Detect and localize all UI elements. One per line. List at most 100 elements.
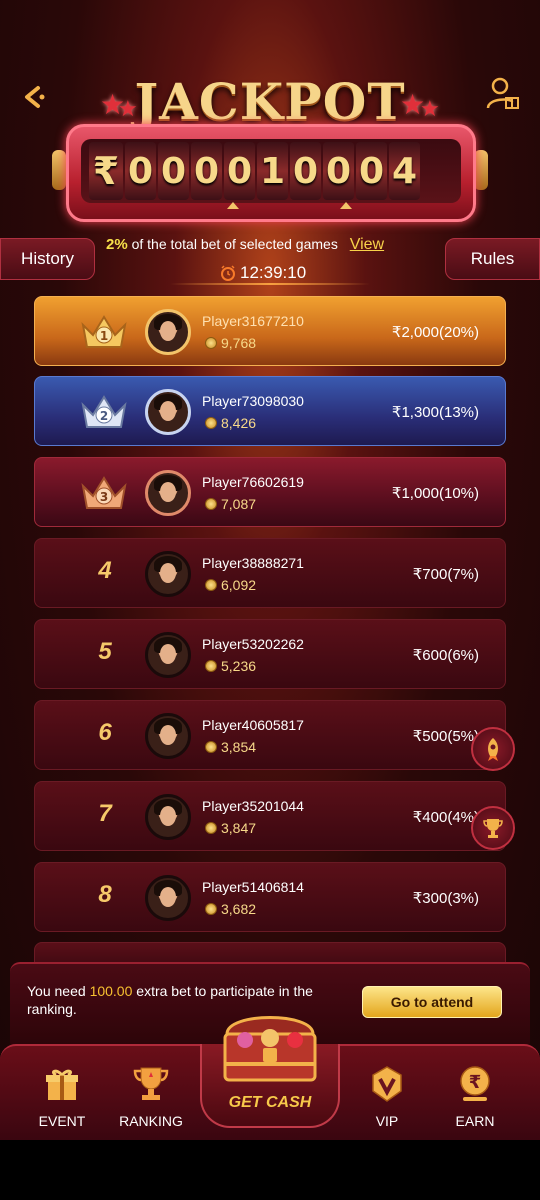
player-name: Player35201044 bbox=[202, 798, 304, 814]
avatar bbox=[145, 713, 191, 759]
nav-event-label: EVENT bbox=[38, 1113, 86, 1129]
go-to-attend-button[interactable]: Go to attend bbox=[362, 986, 502, 1018]
prize-amount: ₹1,000(10%) bbox=[391, 485, 479, 502]
countdown-timer: 12:39:10 bbox=[220, 262, 320, 284]
gold-crown-icon: 1 bbox=[81, 315, 127, 348]
pointer-icon bbox=[227, 202, 239, 209]
counter-digit: ₹ bbox=[89, 142, 123, 200]
vip-badge-icon bbox=[372, 1066, 402, 1102]
participate-amount: 100.00 bbox=[89, 983, 133, 999]
rank-number: 8 bbox=[98, 881, 112, 908]
participate-text-before: You need bbox=[27, 983, 90, 999]
player-coins: 9,768 bbox=[205, 335, 256, 351]
prize-amount: ₹500(5%) bbox=[412, 728, 479, 745]
coin-icon bbox=[205, 498, 217, 510]
crown-rank-label: 3 bbox=[100, 490, 108, 504]
jackpot-percent: 2% bbox=[106, 236, 128, 253]
view-link[interactable]: View bbox=[350, 236, 384, 253]
rank-number: 5 bbox=[98, 638, 112, 665]
coin-icon bbox=[205, 741, 217, 753]
timer-underline bbox=[170, 283, 370, 285]
avatar bbox=[145, 875, 191, 921]
counter-digit: 0 bbox=[356, 142, 387, 200]
ranking-row[interactable]: 7 Player35201044 3,847 ₹400(4%) bbox=[34, 781, 506, 851]
avatar bbox=[145, 551, 191, 597]
player-name: Player31677210 bbox=[202, 313, 304, 329]
avatar bbox=[145, 309, 191, 355]
rupee-coin-icon: ₹ bbox=[460, 1066, 490, 1101]
coin-value: 7,087 bbox=[221, 496, 257, 512]
counter-knob-right bbox=[474, 150, 488, 190]
avatar bbox=[145, 794, 191, 840]
ranking-row[interactable]: 2 Player73098030 8,426 ₹1,300(13%) bbox=[34, 376, 506, 446]
ranking-row[interactable]: 6 Player40605817 3,854 ₹500(5%) bbox=[34, 700, 506, 770]
jackpot-counter: ₹ 0 0 0 0 1 0 0 0 4 bbox=[66, 124, 476, 222]
ranking-row[interactable]: 5 Player53202262 5,236 ₹600(6%) bbox=[34, 619, 506, 689]
player-coins: 6,092 bbox=[205, 577, 256, 593]
coin-value: 5,236 bbox=[221, 658, 257, 674]
ranking-trophy-icon bbox=[133, 1067, 169, 1100]
prize-amount: ₹600(6%) bbox=[412, 647, 479, 664]
prize-amount: ₹700(7%) bbox=[412, 566, 479, 583]
counter-digit: 0 bbox=[191, 142, 222, 200]
ranking-row[interactable]: 4 Player38888271 6,092 ₹700(7%) bbox=[34, 538, 506, 608]
prize-amount: ₹400(4%) bbox=[412, 809, 479, 826]
nav-vip-label: VIP bbox=[375, 1113, 399, 1129]
bronze-crown-icon: 3 bbox=[81, 476, 127, 509]
jackpot-title: JACKPOT bbox=[134, 72, 406, 131]
avatar bbox=[145, 470, 191, 516]
coin-icon bbox=[205, 417, 217, 429]
jackpot-info-text: of the total bet of selected games bbox=[131, 236, 338, 252]
gift-icon bbox=[46, 1069, 78, 1100]
treasure-chest-icon[interactable] bbox=[215, 1004, 325, 1090]
rank-number: 6 bbox=[98, 719, 112, 746]
nav-ranking-label: RANKING bbox=[119, 1113, 183, 1129]
profile-gift-icon[interactable] bbox=[486, 76, 520, 112]
nav-vip[interactable]: VIP bbox=[342, 1064, 432, 1129]
back-icon[interactable] bbox=[18, 80, 52, 114]
nav-earn[interactable]: ₹ EARN bbox=[430, 1064, 520, 1129]
coin-icon bbox=[205, 337, 217, 349]
tab-history[interactable]: History bbox=[0, 238, 95, 280]
avatar bbox=[145, 632, 191, 678]
player-coins: 7,087 bbox=[205, 496, 256, 512]
coin-value: 3,682 bbox=[221, 901, 257, 917]
coin-value: 6,092 bbox=[221, 577, 257, 593]
rank-number: 4 bbox=[98, 557, 112, 584]
coin-value: 3,854 bbox=[221, 739, 257, 755]
svg-text:₹: ₹ bbox=[469, 1072, 482, 1093]
timer-text: 12:39:10 bbox=[240, 263, 307, 282]
nav-earn-label: EARN bbox=[455, 1113, 495, 1129]
get-cash-label: GET CASH bbox=[228, 1094, 312, 1111]
player-name: Player53202262 bbox=[202, 636, 304, 652]
rocket-icon[interactable] bbox=[471, 727, 515, 771]
counter-digit: 0 bbox=[290, 142, 321, 200]
crown-rank-label: 1 bbox=[100, 329, 108, 343]
nav-event[interactable]: EVENT bbox=[17, 1064, 107, 1129]
coin-value: 9,768 bbox=[221, 335, 257, 351]
counter-digit: 0 bbox=[158, 142, 189, 200]
prize-amount: ₹1,300(13%) bbox=[391, 404, 479, 421]
coin-icon bbox=[205, 660, 217, 672]
counter-digit: 0 bbox=[323, 142, 354, 200]
ranking-row[interactable]: 8 Player51406814 3,682 ₹300(3%) bbox=[34, 862, 506, 932]
player-name: Player76602619 bbox=[202, 474, 304, 490]
player-name: Player40605817 bbox=[202, 717, 304, 733]
avatar bbox=[145, 389, 191, 435]
player-coins: 5,236 bbox=[205, 658, 256, 674]
ranking-row[interactable]: 1 Player31677210 9,768 ₹2,000(20%) bbox=[34, 296, 506, 366]
alarm-clock-icon bbox=[221, 265, 235, 281]
counter-knob-left bbox=[52, 150, 66, 190]
tab-rules[interactable]: Rules bbox=[445, 238, 540, 280]
trophy-icon[interactable] bbox=[471, 806, 515, 850]
jackpot-info: 2% of the total bet of selected games Vi… bbox=[106, 236, 436, 254]
ranking-row[interactable]: 3 Player76602619 7,087 ₹1,000(10%) bbox=[34, 457, 506, 527]
nav-ranking[interactable]: RANKING bbox=[106, 1064, 196, 1129]
app-screen: ★ ★ ★ ★ JACKPOT ₹ 0 0 0 0 1 0 0 0 4 Hist… bbox=[0, 0, 540, 1140]
coin-icon bbox=[205, 579, 217, 591]
crown-rank-label: 2 bbox=[100, 409, 108, 423]
prize-amount: ₹2,000(20%) bbox=[391, 324, 479, 341]
player-name: Player51406814 bbox=[202, 879, 304, 895]
coin-value: 8,426 bbox=[221, 415, 257, 431]
silver-crown-icon: 2 bbox=[81, 395, 127, 428]
